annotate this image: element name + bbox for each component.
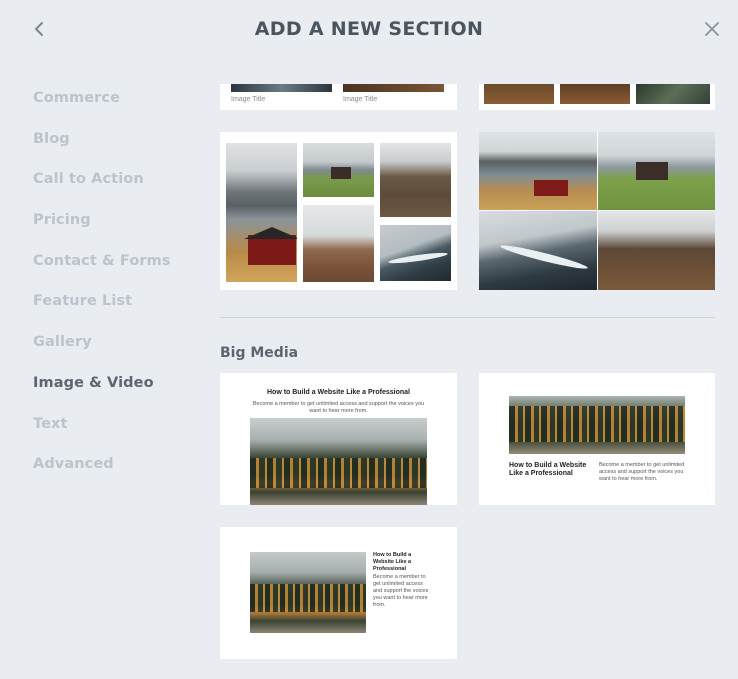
sidebar-item-text[interactable]: Text: [33, 412, 208, 453]
template-thumbnail: [343, 84, 444, 92]
template-thumbnail: [484, 84, 554, 104]
image-caption: Image Title: [231, 96, 266, 103]
image-caption: Image Title: [343, 96, 378, 103]
sidebar-item-gallery[interactable]: Gallery: [33, 330, 208, 371]
template-thumbnail: [509, 396, 685, 454]
template-thumbnail: [250, 552, 366, 633]
sidebar-item-blog[interactable]: Blog: [33, 127, 208, 168]
category-sidebar: Commerce Blog Call to Action Pricing Con…: [33, 86, 208, 493]
section-divider: [220, 317, 715, 318]
gallery-template-card[interactable]: Image Title Image Title: [220, 84, 457, 110]
big-media-template-card[interactable]: How to Build a Website Like a Profession…: [220, 373, 457, 505]
sidebar-item-image-video[interactable]: Image & Video: [33, 371, 208, 412]
template-text: Become a member to get unlimited access …: [373, 574, 429, 608]
gallery-template-card[interactable]: [479, 84, 715, 110]
sidebar-item-feature-list[interactable]: Feature List: [33, 289, 208, 330]
modal-header: ADD A NEW SECTION: [0, 0, 738, 60]
gallery-template-card[interactable]: [479, 132, 715, 290]
template-thumbnail: [380, 143, 451, 217]
big-media-template-card[interactable]: How to Build a Website Like a Profession…: [479, 373, 715, 505]
template-thumbnail: [226, 143, 297, 282]
template-title: How to Build a Website Like a Profession…: [373, 552, 412, 572]
sidebar-item-commerce[interactable]: Commerce: [33, 86, 208, 127]
template-thumbnail: [479, 132, 597, 210]
close-button[interactable]: [700, 16, 724, 42]
template-title: How to Build a Website Like a Profession…: [509, 462, 587, 477]
template-thumbnail: [303, 205, 374, 282]
template-thumbnail: [560, 84, 630, 104]
sidebar-item-contact-forms[interactable]: Contact & Forms: [33, 249, 208, 290]
close-icon: [705, 22, 719, 36]
sidebar-item-advanced[interactable]: Advanced: [33, 452, 208, 493]
sidebar-item-call-to-action[interactable]: Call to Action: [33, 167, 208, 208]
template-thumbnail: [598, 132, 715, 210]
template-thumbnail: [380, 225, 451, 281]
template-thumbnail: [636, 84, 710, 104]
template-text: Become a member to get unlimited access …: [252, 401, 425, 414]
section-heading: Big Media: [220, 345, 299, 361]
template-thumbnail: [303, 143, 374, 197]
template-thumbnail: [598, 211, 715, 290]
template-thumbnail: [479, 211, 597, 290]
template-text: Become a member to get unlimited access …: [599, 462, 685, 482]
page-title: ADD A NEW SECTION: [254, 18, 484, 40]
gallery-template-card[interactable]: [220, 132, 457, 290]
sidebar-item-pricing[interactable]: Pricing: [33, 208, 208, 249]
template-title: How to Build a Website Like a Profession…: [266, 389, 410, 396]
template-thumbnail: [250, 418, 427, 505]
big-media-template-card[interactable]: How to Build a Website Like a Profession…: [220, 527, 457, 659]
template-thumbnail: [231, 84, 332, 92]
